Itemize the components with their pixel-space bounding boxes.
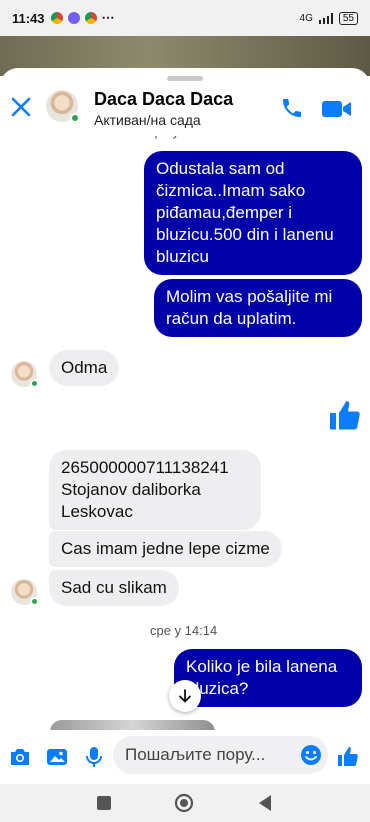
scroll-to-bottom-button[interactable] xyxy=(169,680,201,712)
message-bubble-incoming[interactable]: Sad cu slikam xyxy=(49,570,179,606)
contact-name[interactable]: Daca Daca Daca xyxy=(94,89,233,110)
contact-status: Активан/на сада xyxy=(94,112,201,128)
online-indicator xyxy=(30,597,39,606)
online-indicator xyxy=(30,379,39,388)
viber-icon xyxy=(67,12,80,24)
video-icon[interactable] xyxy=(322,98,352,120)
chat-header: Daca Daca Daca Активан/на сада xyxy=(0,82,370,136)
avatar[interactable] xyxy=(46,90,80,123)
status-bar: 11:43 ⋯ 4G 55 xyxy=(0,0,370,36)
like-icon[interactable] xyxy=(336,745,360,769)
battery-indicator: 55 xyxy=(338,11,358,25)
image-icon[interactable] xyxy=(45,745,69,769)
sender-avatar[interactable] xyxy=(11,579,39,606)
chat-sheet: Daca Daca Daca Активан/на сада сре у 14:… xyxy=(0,68,370,784)
recent-apps-icon[interactable] xyxy=(97,796,111,810)
message-bubble-outgoing[interactable]: Koliko je bila lanena bluzica? xyxy=(174,649,362,707)
message-bubble-outgoing[interactable]: Odustala sam od čizmica..Imam sako piđam… xyxy=(144,151,362,275)
network-label: 4G xyxy=(299,12,313,24)
back-icon[interactable] xyxy=(257,794,273,812)
like-icon[interactable] xyxy=(327,398,363,434)
phone-icon[interactable] xyxy=(280,96,304,120)
sheet-grabber[interactable] xyxy=(167,76,203,81)
camera-icon[interactable] xyxy=(8,745,32,769)
mic-icon[interactable] xyxy=(82,745,106,769)
arrow-down-icon xyxy=(179,689,191,703)
system-nav-bar xyxy=(0,784,370,822)
message-bubble-incoming[interactable]: 265000000711138241 Stojanov daliborka Le… xyxy=(49,450,261,530)
message-input[interactable]: Пошаљите пору... xyxy=(113,736,328,774)
chrome-icon xyxy=(50,12,63,24)
status-time: 11:43 xyxy=(12,10,45,26)
timestamp: сре у 14:14 xyxy=(150,623,218,638)
signal-icon xyxy=(318,12,333,24)
message-bubble-incoming[interactable]: Cas imam jedne lepe cizme xyxy=(49,531,282,567)
sender-avatar[interactable] xyxy=(11,361,39,388)
online-indicator xyxy=(70,113,80,123)
message-bubble-incoming[interactable]: Odma xyxy=(49,350,120,386)
close-icon[interactable] xyxy=(10,96,32,118)
message-bubble-outgoing[interactable]: Molim vas pošaljite mi račun da uplatim. xyxy=(154,279,362,337)
message-composer: Пошаљите пору... xyxy=(0,730,370,784)
home-icon[interactable] xyxy=(174,793,194,813)
more-notifications-icon: ⋯ xyxy=(101,10,115,25)
emoji-icon[interactable] xyxy=(300,744,322,766)
chrome-icon-2 xyxy=(84,12,97,24)
message-input-placeholder: Пошаљите пору... xyxy=(125,745,266,764)
